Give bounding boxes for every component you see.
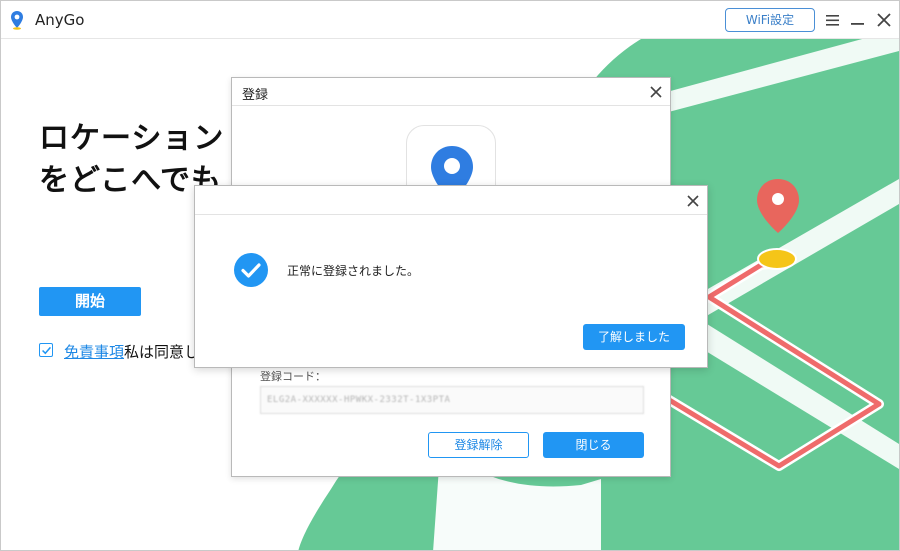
registration-dialog-title: 登録 (242, 88, 269, 103)
app-window: AnyGo WiFi設定 ロケーション をどこへでも 開始 免責事項 私は同意し… (0, 0, 900, 551)
disclaimer-link[interactable]: 免責事項 (64, 341, 124, 362)
registration-dialog-titlebar: 登録 (232, 78, 670, 106)
checkmark-icon (41, 346, 51, 354)
unregister-button[interactable]: 登録解除 (428, 432, 529, 458)
app-title: AnyGo (35, 11, 85, 29)
hero-line-1: ロケーション (39, 121, 225, 156)
location-pin-icon (11, 11, 23, 30)
close-icon[interactable] (648, 84, 664, 100)
close-icon[interactable] (685, 193, 701, 209)
start-button[interactable]: 開始 (39, 287, 141, 316)
registration-code-label: 登録コード： (260, 370, 326, 383)
agree-checkbox[interactable] (39, 343, 53, 357)
success-dialog-titlebar (195, 186, 707, 215)
agree-text: 私は同意し (124, 343, 200, 361)
hamburger-menu-icon[interactable] (824, 10, 842, 30)
current-location-marker (757, 248, 797, 270)
ok-button[interactable]: 了解しました (583, 324, 685, 350)
success-message: 正常に登録されました。 (287, 264, 420, 278)
close-icon[interactable] (875, 10, 893, 30)
check-circle-icon (234, 253, 268, 287)
success-dialog: 正常に登録されました。 了解しました (194, 185, 708, 368)
close-button[interactable]: 閉じる (543, 432, 644, 458)
wifi-settings-button[interactable]: WiFi設定 (725, 8, 815, 32)
minimize-icon[interactable] (849, 10, 867, 30)
title-bar: AnyGo WiFi設定 (1, 1, 899, 39)
registration-code-field[interactable]: ELG2A-XXXXXX-HPWKX-2332T-1X3PTA (260, 386, 644, 414)
